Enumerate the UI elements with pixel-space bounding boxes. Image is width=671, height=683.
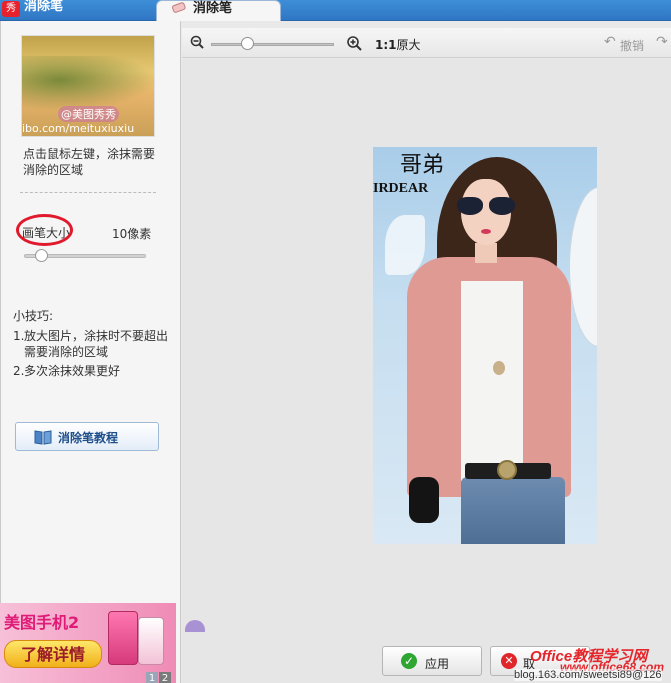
zoom-out-icon[interactable] <box>190 35 204 49</box>
ad-banner[interactable]: 美图手机2 了解详情 12 <box>0 603 176 683</box>
eraser-tutorial-button[interactable]: 消除笔教程 <box>15 422 159 451</box>
apply-button[interactable]: ✓ 应用 <box>382 646 482 676</box>
edited-photo[interactable]: IRDEAR 哥弟 <box>373 147 597 544</box>
window-title: 消除笔 <box>24 0 64 14</box>
undo-button[interactable]: 撤销 <box>620 37 644 54</box>
ad-page-2[interactable]: 2 <box>159 672 171 683</box>
zoom-slider[interactable] <box>211 43 334 46</box>
book-icon <box>34 430 52 445</box>
zoom-slider-handle[interactable] <box>241 37 254 50</box>
sunglasses <box>457 197 517 215</box>
check-icon: ✓ <box>401 653 417 669</box>
close-icon: ✕ <box>501 653 517 669</box>
highlight-circle <box>16 214 73 246</box>
actual-size-button[interactable]: 1:1原大 <box>375 36 421 53</box>
eraser-icon <box>172 2 186 13</box>
photo-background-text: IRDEAR <box>373 181 429 196</box>
tips-list: 1. 放大图片，涂抹时不要超出需要消除的区域 2. 多次涂抹效果更好 <box>13 328 173 382</box>
undo-icon[interactable]: ↶ <box>604 35 618 49</box>
phone-image <box>108 611 138 665</box>
ratio-label: 原大 <box>396 38 421 52</box>
thumbnail-watermark: @美图秀秀 <box>58 106 119 122</box>
thumbnail-url: ibo.com/meituxiuxiu <box>22 122 135 135</box>
blog-watermark: blog.163.com/sweetsi89@126 <box>514 669 662 681</box>
list-item: 2. 多次涂抹效果更好 <box>13 364 121 378</box>
apply-label: 应用 <box>425 657 450 671</box>
list-item: 1. 放大图片，涂抹时不要超出需要消除的区域 <box>13 329 169 359</box>
tab-eraser[interactable]: 消除笔 <box>156 0 281 21</box>
tab-label: 消除笔 <box>193 1 233 16</box>
tutorial-label: 消除笔教程 <box>58 431 119 445</box>
brush-size-value: 10像素 <box>112 227 152 241</box>
ad-page-1[interactable]: 1 <box>146 672 158 683</box>
ad-title: 美图手机2 <box>4 613 80 632</box>
preview-thumbnail: @美图秀秀 ibo.com/meituxiuxiu <box>21 35 155 137</box>
usage-hint: 点击鼠标左键，涂抹需要消除的区域 <box>23 147 156 177</box>
ad-pager: 12 <box>146 670 172 683</box>
divider <box>20 192 156 193</box>
tips-title: 小技巧: <box>13 309 54 323</box>
app-logo-icon: 秀 <box>2 1 20 17</box>
phone-image <box>138 617 164 665</box>
photo-background-logo: 哥弟 <box>400 153 445 178</box>
redo-icon[interactable]: ↷ <box>656 35 670 49</box>
ratio-value: 1:1 <box>375 38 397 52</box>
title-bar: 秀 消除笔 消除笔 <box>0 0 671 21</box>
ad-details-button[interactable]: 了解详情 <box>4 640 102 668</box>
brush-size-slider-handle[interactable] <box>34 249 48 262</box>
zoom-in-icon[interactable] <box>346 35 362 51</box>
